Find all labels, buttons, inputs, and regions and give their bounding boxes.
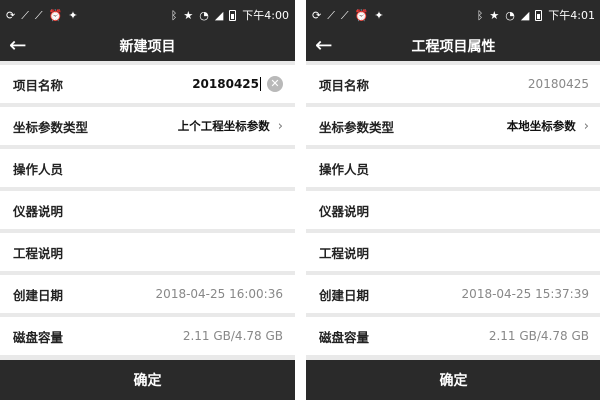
instrument-row[interactable]: 仪器说明 [306,191,600,229]
status-time: 下午4:01 [548,9,595,22]
created-date-value: 2018-04-25 15:37:39 [461,287,589,301]
chevron-right-icon: › [277,118,283,134]
page-title: 新建项目 [119,38,176,55]
mute-icon: ⟋ [340,8,349,22]
disk-capacity-row: 磁盘容量 2.11 GB/4.78 GB [306,317,600,355]
project-desc-label: 工程说明 [319,245,370,261]
alarm-icon: ⏰ [48,8,63,22]
disk-capacity-label: 磁盘容量 [13,329,64,345]
created-date-row: 创建日期 2018-04-25 16:00:36 [0,275,295,313]
coordinate-param-row[interactable]: 坐标参数类型 上个工程坐标参数 › [0,107,295,145]
bluetooth-icon: ᛒ [476,8,484,22]
star-icon: ★ [489,8,500,22]
clear-icon[interactable]: ✕ [267,76,283,92]
title-bar: ← 新建项目 [0,30,295,61]
project-name-label: 项目名称 [319,77,370,93]
created-date-label: 创建日期 [319,287,370,303]
operator-label: 操作人员 [319,161,370,177]
bluetooth-icon: ᛒ [170,8,178,22]
status-bar: ⟳ ⟋ ⟋ ⏰ ✦ ᛒ ★ ◔ ◢ 下午4:00 [0,0,295,30]
project-name-row[interactable]: 项目名称 20180425 ✕ [0,65,295,103]
android-icon: ✦ [374,8,384,22]
created-date-label: 创建日期 [13,287,64,303]
coordinate-param-label: 坐标参数类型 [13,119,89,135]
instrument-row[interactable]: 仪器说明 [0,191,295,229]
text-cursor [260,77,261,92]
alarm-icon: ⏰ [354,8,369,22]
back-arrow-icon[interactable]: ← [315,32,333,59]
battery-icon [229,9,237,21]
star-icon: ★ [183,8,194,22]
disk-capacity-value: 2.11 GB/4.78 GB [488,329,589,343]
wifi-icon: ◔ [505,8,515,22]
chevron-right-icon: › [583,118,589,134]
title-bar: ← 工程项目属性 [306,30,600,61]
created-date-value: 2018-04-25 16:00:36 [155,287,283,301]
silent-icon: ⟋ [327,8,335,22]
status-bar: ⟳ ⟋ ⟋ ⏰ ✦ ᛒ ★ ◔ ◢ 下午4:01 [306,0,600,30]
created-date-row: 创建日期 2018-04-25 15:37:39 [306,275,600,313]
project-name-row: 项目名称 20180425 [306,65,600,103]
mute-icon: ⟋ [34,8,43,22]
project-desc-row[interactable]: 工程说明 [0,233,295,271]
coordinate-param-value: 本地坐标参数 [506,119,576,133]
battery-icon [535,9,543,21]
sync-icon: ⟳ [312,8,322,22]
operator-row[interactable]: 操作人员 [306,149,600,187]
disk-capacity-row: 磁盘容量 2.11 GB/4.78 GB [0,317,295,355]
coordinate-param-row[interactable]: 坐标参数类型 本地坐标参数 › [306,107,600,145]
silent-icon: ⟋ [21,8,29,22]
properties-list: 项目名称 20180425 坐标参数类型 本地坐标参数 › 操作人员 仪器说明 … [306,61,600,355]
operator-label: 操作人员 [13,161,64,177]
android-icon: ✦ [68,8,78,22]
project-properties-screen: ⟳ ⟋ ⟋ ⏰ ✦ ᛒ ★ ◔ ◢ 下午4:01 ← 工程项目属性 项目名称 2… [306,0,600,400]
form-list: 项目名称 20180425 ✕ 坐标参数类型 上个工程坐标参数 › 操作人员 仪… [0,61,295,355]
sync-icon: ⟳ [6,8,16,22]
project-name-input[interactable]: 20180425 [192,77,261,92]
project-desc-label: 工程说明 [13,245,64,261]
instrument-label: 仪器说明 [319,203,370,219]
disk-capacity-label: 磁盘容量 [319,329,370,345]
new-project-screen: ⟳ ⟋ ⟋ ⏰ ✦ ᛒ ★ ◔ ◢ 下午4:00 ← 新建项目 项目名称 201… [0,0,295,400]
confirm-button[interactable]: 确定 [306,360,600,400]
back-arrow-icon[interactable]: ← [9,32,27,59]
instrument-label: 仪器说明 [13,203,64,219]
page-title: 工程项目属性 [411,38,496,55]
project-name-value: 20180425 [527,77,589,91]
signal-icon: ◢ [520,8,530,22]
coordinate-param-value: 上个工程坐标参数 [177,119,270,133]
operator-row[interactable]: 操作人员 [0,149,295,187]
coordinate-param-label: 坐标参数类型 [319,119,395,135]
status-time: 下午4:00 [242,9,289,22]
project-name-label: 项目名称 [13,77,64,93]
wifi-icon: ◔ [199,8,209,22]
confirm-button[interactable]: 确定 [0,360,295,400]
disk-capacity-value: 2.11 GB/4.78 GB [182,329,283,343]
signal-icon: ◢ [214,8,224,22]
project-desc-row[interactable]: 工程说明 [306,233,600,271]
